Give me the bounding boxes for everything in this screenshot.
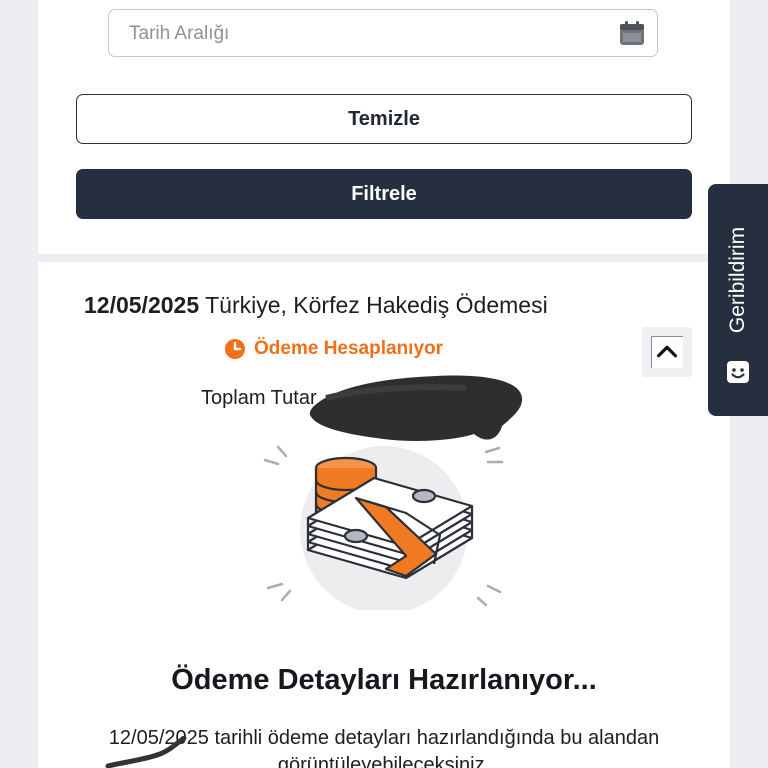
feedback-label: Geribildirim <box>726 226 749 334</box>
filter-button[interactable]: Filtrele <box>76 169 692 219</box>
collapse-button[interactable] <box>642 327 692 377</box>
details-heading: Ödeme Detayları Hazırlanıyor... <box>171 664 597 696</box>
collapse-button-inner <box>651 336 683 368</box>
feedback-tab[interactable]: Geribildirim <box>708 184 768 416</box>
clear-button[interactable]: Temizle <box>76 94 692 144</box>
date-range-input[interactable] <box>127 16 601 52</box>
calendar-icon[interactable] <box>619 21 645 46</box>
pen-scribble <box>105 736 187 768</box>
page: Temizle Filtrele 12/05/2025 Türkiye, Kör… <box>0 0 768 768</box>
payment-status-label: Ödeme Hesaplanıyor <box>254 338 444 359</box>
payment-status: Ödeme Hesaplanıyor <box>224 338 443 360</box>
clock-icon <box>225 339 245 359</box>
payment-name: Türkiye, Körfez Hakediş Ödemesi <box>205 292 548 318</box>
total-amount-label: Toplam Tutar <box>201 387 317 409</box>
redaction-scribble <box>309 375 523 441</box>
payment-title: 12/05/2025 Türkiye, Körfez Hakediş Ödeme… <box>84 292 548 319</box>
date-range-field[interactable] <box>108 9 658 57</box>
payment-date: 12/05/2025 <box>84 292 200 318</box>
money-stack-illustration <box>263 445 504 610</box>
smile-icon <box>727 361 749 383</box>
chevron-up-icon <box>656 345 678 358</box>
